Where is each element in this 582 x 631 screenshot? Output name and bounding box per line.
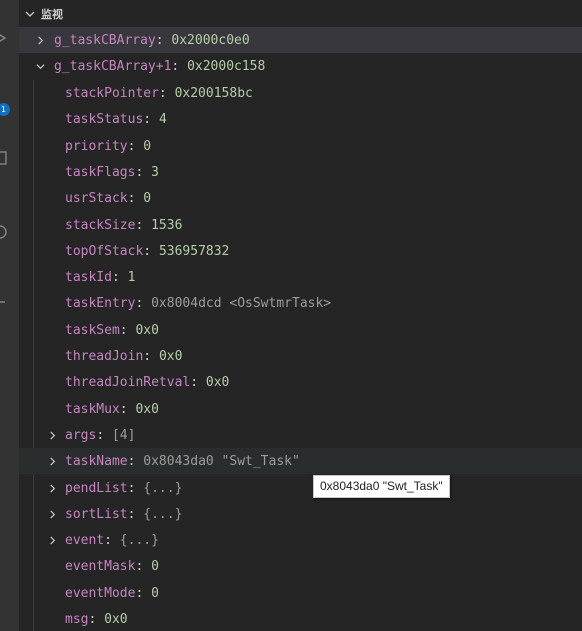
variable-name: priority — [65, 138, 128, 154]
variable-row[interactable]: args: [4] — [19, 422, 582, 448]
variable-row[interactable]: sortList: {...} — [19, 501, 582, 527]
variable-name: taskFlags — [65, 164, 136, 180]
variable-value: 0x0 — [104, 611, 128, 627]
chevron-right-icon[interactable] — [36, 35, 45, 45]
variable-row[interactable]: threadJoinRetval: 0x0 — [19, 369, 582, 395]
variable-value: 3 — [151, 164, 159, 180]
variable-value: 1 — [127, 269, 136, 285]
variable-name: threadJoin — [65, 348, 144, 364]
variable-row[interactable]: taskId: 1 — [19, 264, 582, 290]
variable-value: 0 — [151, 558, 159, 574]
variable-row[interactable]: taskMux: 0x0 — [19, 396, 582, 422]
variable-value: 0 — [143, 138, 152, 154]
chevron-down-icon[interactable] — [36, 62, 45, 71]
variable-name: usrStack — [65, 190, 128, 206]
variable-value: {...} — [143, 480, 183, 496]
variable-name: topOfStack — [65, 243, 144, 259]
variable-value: 0x0 — [135, 322, 159, 338]
variable-value: 1536 — [151, 217, 183, 233]
variable-row[interactable]: event: {...} — [19, 527, 582, 553]
variable-value: 0 — [143, 190, 152, 206]
variable-name: eventMode — [65, 585, 136, 601]
variable-name: stackPointer — [65, 85, 159, 101]
variable-name: taskStatus — [65, 111, 144, 127]
watch-item[interactable]: g_taskCBArray: 0x2000c0e0 — [19, 27, 582, 53]
variable-value: 0x200158bc — [174, 85, 253, 101]
variable-name: taskId — [65, 269, 112, 285]
watch-expression: g_taskCBArray — [54, 32, 156, 48]
variable-row[interactable]: msg: 0x0 — [19, 606, 582, 631]
variable-name: taskName — [65, 453, 128, 469]
variable-name: eventMask — [65, 558, 136, 574]
variable-row[interactable]: topOfStack: 536957832 — [19, 238, 582, 264]
variable-row[interactable]: eventMode: 0 — [19, 580, 582, 606]
variable-value: [4] — [111, 427, 136, 443]
variable-name: args — [65, 427, 97, 443]
watch-value: 0x2000c0e0 — [171, 32, 250, 48]
variable-row[interactable]: priority: 0 — [19, 133, 582, 159]
variable-name: taskMux — [65, 401, 120, 417]
variable-value: 0x0 — [158, 348, 183, 364]
chevron-down-icon — [25, 11, 35, 17]
variable-name: msg — [65, 611, 89, 627]
chevron-right-icon[interactable] — [48, 535, 57, 545]
variable-value: 0x0 — [135, 401, 159, 417]
variable-row[interactable]: taskFlags: 3 — [19, 159, 582, 185]
remote-icon[interactable] — [0, 224, 8, 240]
variable-value: {...} — [119, 532, 159, 548]
debug-run-icon[interactable] — [0, 30, 8, 46]
terminal-icon[interactable] — [0, 288, 8, 304]
variable-name: sortList — [65, 506, 128, 522]
variable-name: stackSize — [65, 217, 136, 233]
variable-value: 0x8004dcd <OsSwtmrTask> — [151, 295, 332, 311]
variable-row[interactable]: taskStatus: 4 — [19, 106, 582, 132]
extensions-icon[interactable] — [0, 150, 8, 166]
chevron-right-icon[interactable] — [48, 509, 57, 519]
watch-item[interactable]: g_taskCBArray+1: 0x2000c158 — [19, 53, 582, 79]
debug-watch-view: 1 监视 g_taskCBArray: 0x2000c0e0 g_taskCBA… — [0, 0, 582, 631]
watch-expression: g_taskCBArray+1 — [54, 58, 172, 74]
chevron-right-icon[interactable] — [48, 430, 57, 440]
watch-value: 0x2000c158 — [187, 58, 266, 74]
variable-row[interactable]: threadJoin: 0x0 — [19, 343, 582, 369]
variable-name: pendList — [65, 480, 128, 496]
variable-row[interactable]: stackSize: 1536 — [19, 212, 582, 238]
chevron-right-icon[interactable] — [48, 483, 57, 493]
notification-badge: 1 — [0, 103, 10, 116]
variable-row[interactable]: taskEntry: 0x8004dcd <OsSwtmrTask> — [19, 290, 582, 316]
variable-value: 4 — [158, 111, 167, 127]
variable-value: 0x0 — [205, 374, 230, 390]
variable-row[interactable]: stackPointer: 0x200158bc — [19, 80, 582, 106]
variable-value: 536957832 — [158, 243, 230, 259]
variable-name: threadJoinRetval — [65, 374, 191, 390]
watch-section-header[interactable]: 监视 — [19, 0, 582, 27]
variable-name: event — [65, 532, 105, 548]
variable-name: taskEntry — [65, 295, 136, 311]
variable-value: 0 — [151, 585, 159, 601]
section-title: 监视 — [41, 7, 63, 21]
variable-value: {...} — [143, 506, 183, 522]
variable-value: 0x8043da0 "Swt_Task" — [143, 453, 300, 469]
variable-name: taskSem — [65, 322, 120, 338]
variable-row[interactable]: taskSem: 0x0 — [19, 317, 582, 343]
value-tooltip: 0x8043da0 "Swt_Task" — [313, 475, 450, 498]
activity-bar: 1 — [0, 0, 19, 631]
variable-row[interactable]: usrStack: 0 — [19, 185, 582, 211]
chevron-right-icon[interactable] — [48, 456, 57, 466]
variable-row[interactable]: pendList: {...} — [19, 475, 582, 501]
watch-panel: 监视 g_taskCBArray: 0x2000c0e0 g_taskCBArr… — [19, 0, 582, 631]
variable-row[interactable]: taskName: 0x8043da0 "Swt_Task" — [19, 448, 582, 474]
variable-row[interactable]: eventMask: 0 — [19, 553, 582, 579]
